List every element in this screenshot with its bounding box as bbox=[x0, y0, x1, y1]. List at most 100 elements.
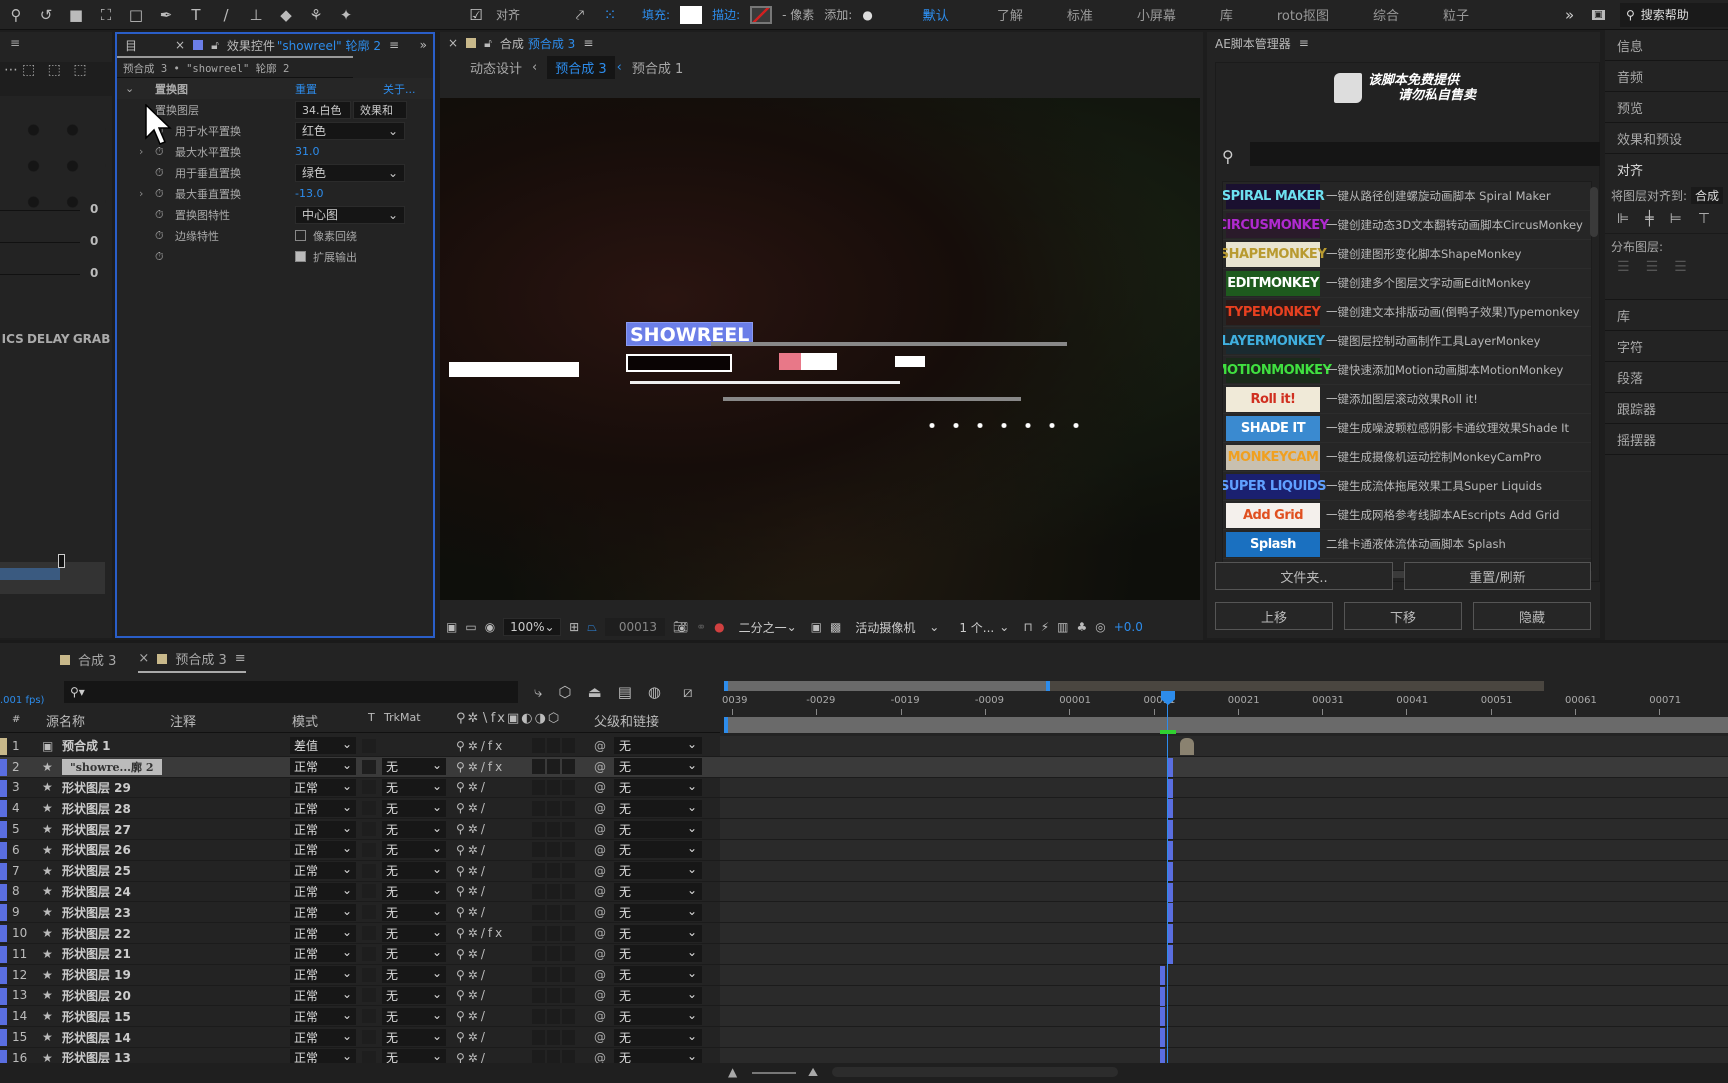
work-area-bar[interactable] bbox=[724, 717, 1728, 733]
pickwhip-icon[interactable]: @ bbox=[594, 843, 606, 857]
panel-menu-icon[interactable]: 目 bbox=[125, 37, 137, 54]
layer-switch-boxes[interactable] bbox=[532, 987, 576, 1003]
label-color[interactable] bbox=[0, 925, 7, 943]
align-right-icon[interactable]: ⊨ bbox=[1670, 211, 1682, 227]
workspace-tab[interactable]: roto抠图 bbox=[1277, 5, 1329, 24]
horizontal-scrollbar[interactable] bbox=[832, 1067, 1118, 1077]
reset-refresh-button[interactable]: 重置/刷新 bbox=[1404, 562, 1591, 590]
workspace-tab[interactable]: 粒子 bbox=[1443, 5, 1469, 24]
frame-blend-icon[interactable]: ▤ bbox=[618, 683, 632, 701]
layer-name[interactable]: 形状图层 15 bbox=[62, 1008, 131, 1025]
layer-switch-boxes[interactable] bbox=[532, 779, 576, 795]
fast-preview-icon[interactable]: ⚡︎ bbox=[1041, 620, 1049, 634]
comp-tab-name[interactable]: 预合成 3 bbox=[528, 35, 575, 52]
zoom-dropdown[interactable]: 100% ⌄ bbox=[503, 618, 562, 636]
blend-mode-dropdown[interactable]: 正常 ⌄ bbox=[290, 945, 356, 963]
layer-name[interactable]: "showre...廓 2 bbox=[62, 758, 162, 775]
workspace-tab[interactable]: 综合 bbox=[1373, 5, 1399, 24]
align-panel-title[interactable]: 对齐 bbox=[1605, 154, 1728, 185]
blend-mode-dropdown[interactable]: 正常 ⌄ bbox=[290, 966, 356, 984]
layer-switches[interactable]: ⚲✲/ bbox=[456, 801, 488, 815]
property-value[interactable]: 31.0 bbox=[295, 145, 320, 158]
layer-name[interactable]: 形状图层 29 bbox=[62, 779, 131, 796]
puppet-pin-tool-icon[interactable]: ✦ bbox=[336, 6, 356, 24]
slider-value[interactable]: 0 bbox=[90, 234, 98, 248]
trkmat-dropdown[interactable]: 无 ⌄ bbox=[382, 986, 446, 1004]
trkmat-dropdown[interactable]: 无 ⌄ bbox=[382, 966, 446, 984]
plugin-button-grab[interactable]: GRAB bbox=[73, 332, 111, 346]
script-item[interactable]: SHAPEMONKEY 一键创建图形变化脚本ShapeMonkey bbox=[1223, 240, 1591, 269]
move-up-button[interactable]: 上移 bbox=[1215, 602, 1333, 630]
exposure-value[interactable]: +0.0 bbox=[1114, 620, 1143, 634]
layer-switch-boxes[interactable] bbox=[532, 821, 576, 837]
layer-row[interactable]: 4 ★ 形状图层 28 正常 ⌄ 无 ⌄ ⚲✲/@ 无 ⌄ bbox=[0, 798, 720, 820]
label-color[interactable] bbox=[0, 821, 7, 839]
layer-switch-boxes[interactable] bbox=[532, 738, 576, 754]
parent-dropdown[interactable]: 无 ⌄ bbox=[614, 737, 702, 755]
layer-row[interactable]: 12 ★ 形状图层 19 正常 ⌄ 无 ⌄ ⚲✲/@ 无 ⌄ bbox=[0, 965, 720, 986]
pickwhip-icon[interactable]: @ bbox=[594, 780, 606, 794]
stopwatch-icon[interactable]: ⏱︎ bbox=[155, 187, 164, 201]
layer-in-point[interactable] bbox=[1168, 882, 1173, 902]
parent-dropdown[interactable]: 无 ⌄ bbox=[614, 758, 702, 776]
layer-switches[interactable]: ⚲✲/ bbox=[456, 822, 488, 836]
layer-duration-bar[interactable] bbox=[720, 840, 1728, 861]
script-list[interactable]: SPIRAL MAKER 一键从路径创建螺旋动画脚本 Spiral Maker CI… bbox=[1222, 181, 1592, 571]
parent-dropdown[interactable]: 无 ⌄ bbox=[614, 799, 702, 817]
type-tool-icon[interactable]: T bbox=[186, 6, 206, 24]
slider-track[interactable] bbox=[0, 210, 80, 211]
script-item[interactable]: SPIRAL MAKER 一键从路径创建螺旋动画脚本 Spiral Maker bbox=[1223, 182, 1591, 211]
graph-editor-icon[interactable]: ⧄ bbox=[683, 683, 693, 701]
workspace-tab[interactable]: 小屏幕 bbox=[1137, 5, 1176, 24]
tab-menu-icon[interactable]: ≡ bbox=[583, 36, 593, 50]
layer-row[interactable]: 14 ★ 形状图层 15 正常 ⌄ 无 ⌄ ⚲✲/@ 无 ⌄ bbox=[0, 1006, 720, 1028]
rotate-tool-icon[interactable]: ↺ bbox=[36, 6, 56, 24]
pickwhip-icon[interactable]: @ bbox=[594, 822, 606, 836]
pickwhip-icon[interactable]: @ bbox=[594, 864, 606, 878]
eraser-tool-icon[interactable]: ◆ bbox=[276, 6, 296, 24]
panel-tab[interactable]: 段落 bbox=[1605, 362, 1728, 393]
region-icon[interactable]: ▣ bbox=[811, 620, 822, 634]
layer-duration-bar[interactable] bbox=[720, 902, 1728, 924]
pickwhip-icon[interactable]: @ bbox=[594, 926, 606, 940]
layer-row[interactable]: 13 ★ 形状图层 20 正常 ⌄ 无 ⌄ ⚲✲/@ 无 ⌄ bbox=[0, 986, 720, 1007]
layer-switch-boxes[interactable] bbox=[532, 842, 576, 858]
label-color[interactable] bbox=[0, 1029, 7, 1047]
layer-marker[interactable] bbox=[1180, 738, 1194, 755]
layer-name[interactable]: 形状图层 28 bbox=[62, 800, 131, 817]
layer-duration-bar[interactable] bbox=[720, 819, 1728, 840]
sync-icon[interactable]: ▣ bbox=[1592, 9, 1605, 20]
panel-tab[interactable]: 音频 bbox=[1605, 61, 1728, 92]
layer-switches[interactable]: ⚲✲/ bbox=[456, 1030, 488, 1044]
parent-dropdown[interactable]: 无 ⌄ bbox=[614, 862, 702, 880]
layer-in-point[interactable] bbox=[1160, 1028, 1165, 1048]
layer-in-point[interactable] bbox=[1168, 903, 1173, 923]
trkmat-dropdown[interactable]: 无 ⌄ bbox=[382, 778, 446, 796]
layer-switch-boxes[interactable] bbox=[532, 883, 576, 899]
property-dropdown[interactable]: 红色 ⌄ bbox=[295, 121, 405, 140]
effect-header[interactable]: ⌄ 置换图 重置 关于... bbox=[117, 78, 433, 99]
tab-menu-icon[interactable]: ≡ bbox=[235, 651, 246, 666]
layer-row[interactable]: 11 ★ 形状图层 21 正常 ⌄ 无 ⌄ ⚲✲/@ 无 ⌄ bbox=[0, 944, 720, 965]
pickwhip-icon[interactable]: @ bbox=[594, 760, 606, 774]
label-color[interactable] bbox=[0, 779, 7, 797]
layer-row[interactable]: 5 ★ 形状图层 27 正常 ⌄ 无 ⌄ ⚲✲/@ 无 ⌄ bbox=[0, 819, 720, 840]
slider-handle[interactable] bbox=[58, 554, 65, 568]
layer-row[interactable]: 3 ★ 形状图层 29 正常 ⌄ 无 ⌄ ⚲✲/@ 无 ⌄ bbox=[0, 778, 720, 799]
snap-icon[interactable]: ⤤ bbox=[570, 6, 590, 24]
blend-mode-dropdown[interactable]: 正常 ⌄ bbox=[290, 841, 356, 859]
layer-duration-bar[interactable] bbox=[720, 777, 1728, 799]
layer-duration-bar[interactable] bbox=[720, 1006, 1728, 1028]
layer-duration-bar[interactable] bbox=[720, 798, 1728, 820]
script-item[interactable]: Roll it! 一键添加图层滚动效果Roll it! bbox=[1223, 385, 1591, 414]
layer-name[interactable]: 形状图层 21 bbox=[62, 945, 131, 962]
layer-duration-bar[interactable] bbox=[720, 944, 1728, 965]
slider-track[interactable] bbox=[0, 274, 80, 275]
align-top-icon[interactable]: ⊤ bbox=[1698, 211, 1710, 227]
blend-mode-dropdown[interactable]: 正常 ⌄ bbox=[290, 903, 356, 921]
label-color[interactable] bbox=[0, 738, 7, 755]
label-color[interactable] bbox=[0, 862, 7, 880]
collapse-chevron-icon[interactable]: ⌄ bbox=[125, 82, 134, 95]
checkbox-icon[interactable]: ☑ bbox=[466, 6, 486, 24]
trkmat-dropdown[interactable]: 无 ⌄ bbox=[382, 820, 446, 838]
